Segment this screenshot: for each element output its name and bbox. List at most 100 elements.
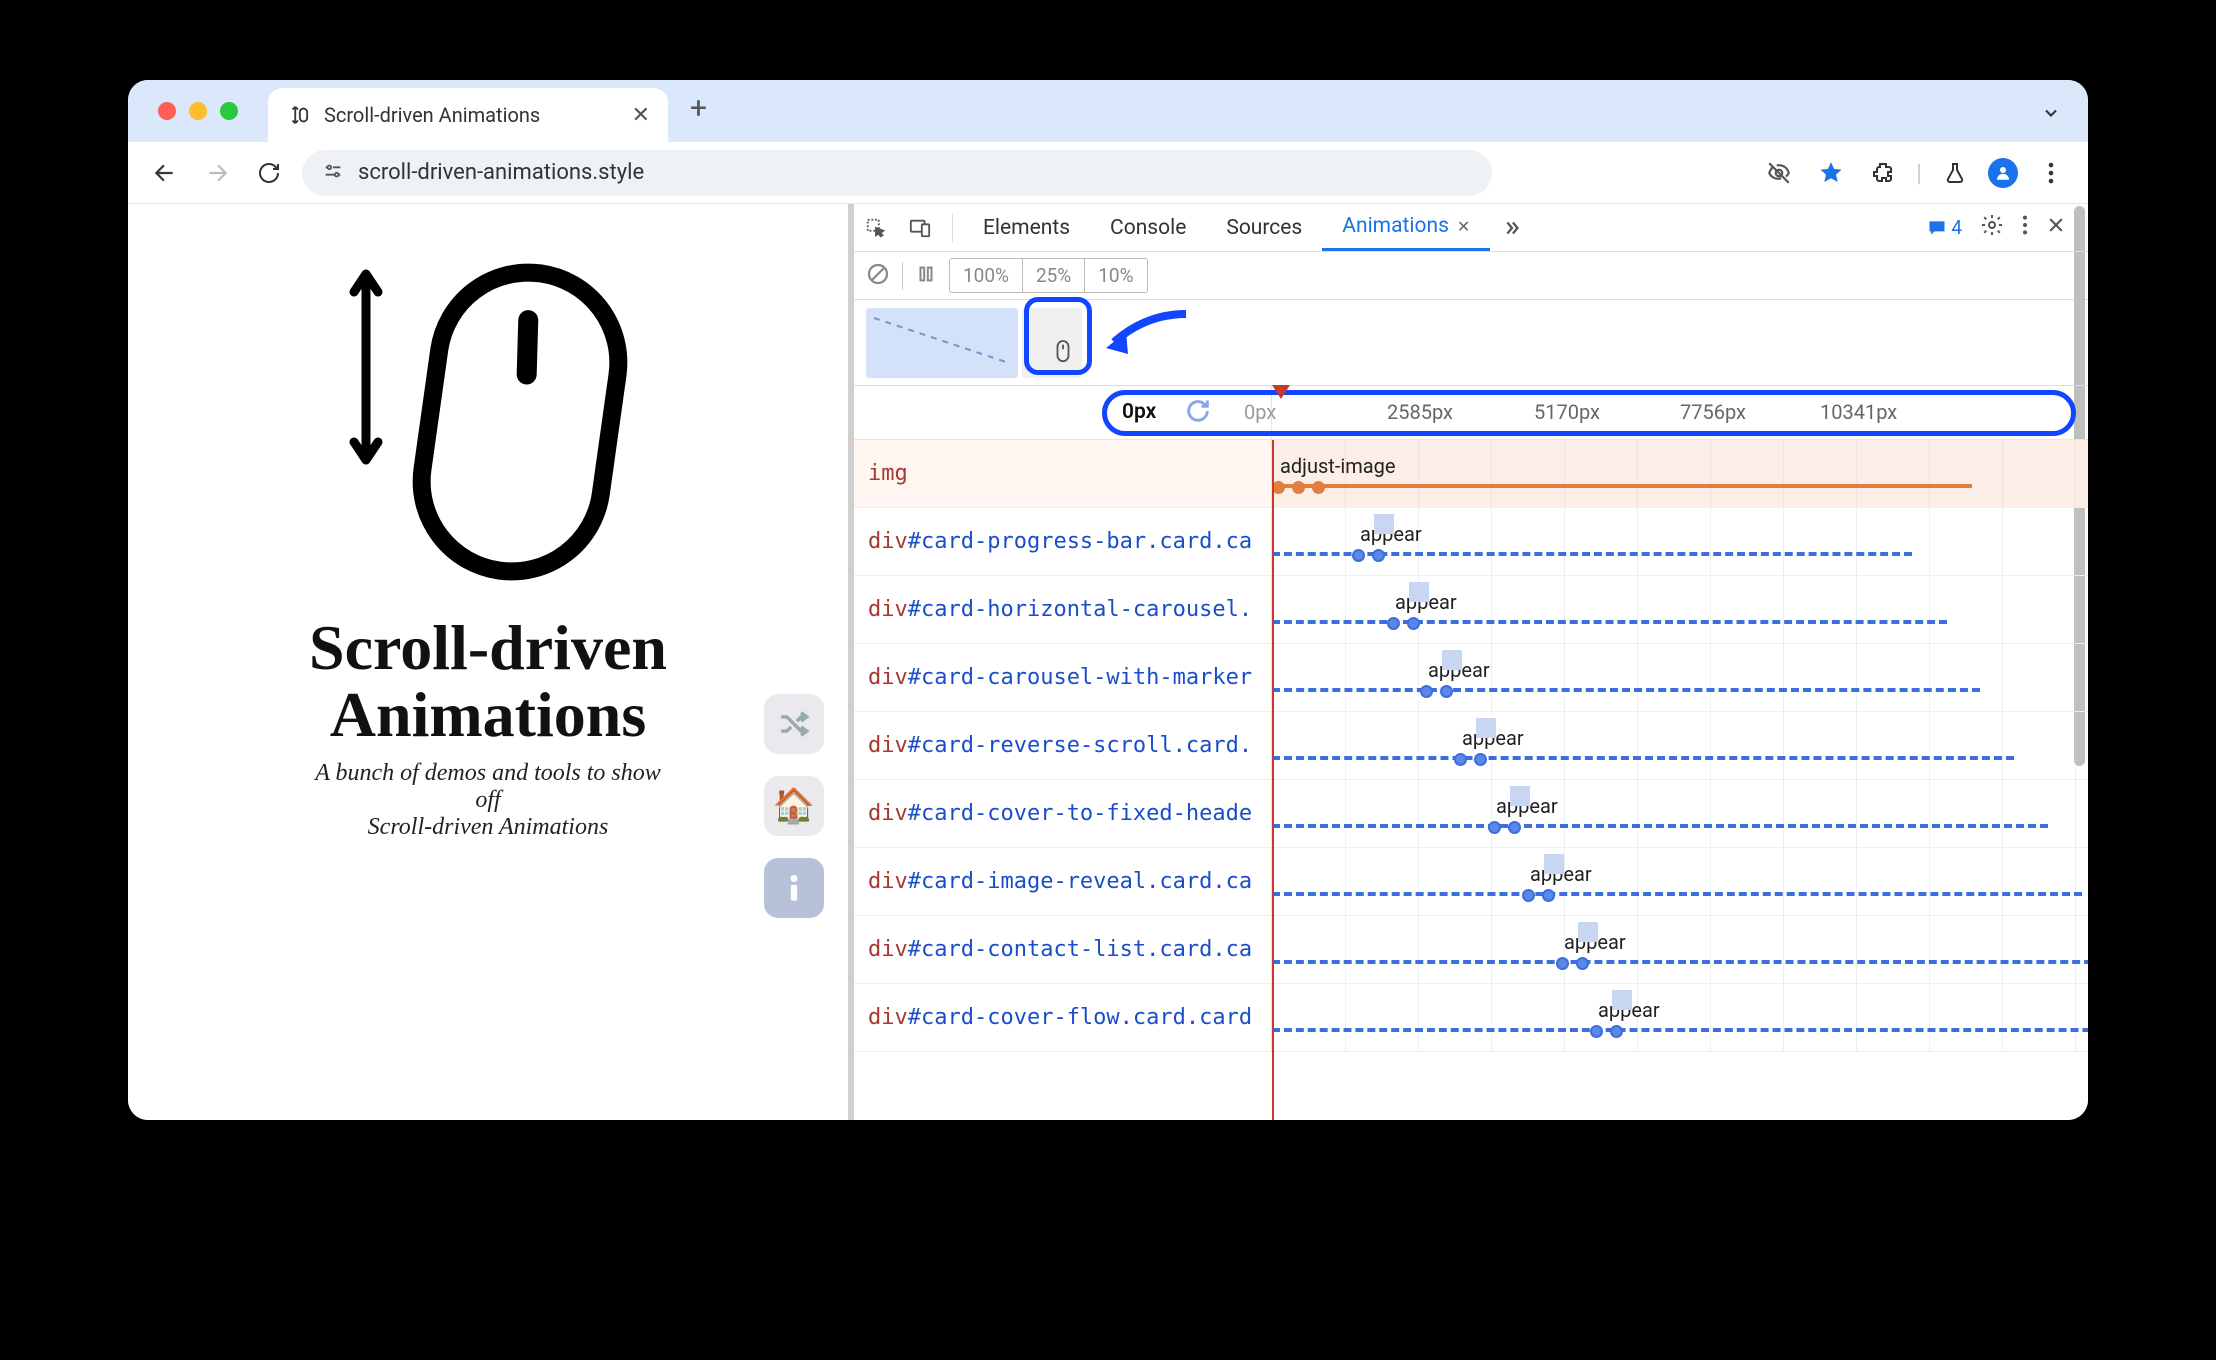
page-content: Scroll-drivenAnimations A bunch of demos… bbox=[128, 204, 848, 1120]
animation-segment[interactable]: appear bbox=[1420, 660, 1480, 696]
animation-row[interactable]: div#card-reverse-scroll.card. appear bbox=[854, 712, 2088, 780]
settings-icon[interactable] bbox=[1980, 213, 2004, 243]
extensions-icon[interactable] bbox=[1864, 154, 1902, 192]
page-logo bbox=[346, 262, 630, 582]
animation-track[interactable]: appear bbox=[1272, 508, 2088, 575]
animation-group-thumb[interactable] bbox=[866, 308, 1018, 378]
nav-forward-button[interactable] bbox=[198, 154, 236, 192]
page-subtitle: A bunch of demos and tools to show offSc… bbox=[308, 760, 668, 841]
animations-toolbar: 100% 25% 10% bbox=[854, 252, 2088, 300]
animation-row[interactable]: div#card-image-reveal.card.ca appear bbox=[854, 848, 2088, 916]
element-selector: div#card-cover-flow.card.card bbox=[854, 984, 1272, 1051]
tabs-overflow-icon[interactable] bbox=[2036, 98, 2066, 128]
devtools-panel: Elements Console Sources Animations✕ 4 1… bbox=[848, 204, 2088, 1120]
speed-100[interactable]: 100% bbox=[950, 259, 1023, 292]
tab-strip: Scroll-driven Animations ✕ + bbox=[128, 80, 2088, 142]
speed-25[interactable]: 25% bbox=[1023, 259, 1085, 292]
animation-segment[interactable]: adjust-image bbox=[1272, 456, 1972, 492]
tab-close-icon[interactable]: ✕ bbox=[632, 103, 650, 128]
animation-segment[interactable]: appear bbox=[1454, 728, 1514, 764]
animation-track[interactable]: appear bbox=[1272, 644, 2088, 711]
element-selector: div#card-contact-list.card.ca bbox=[854, 916, 1272, 983]
animation-track[interactable]: appear bbox=[1272, 780, 2088, 847]
browser-toolbar: scroll-driven-animations.style | bbox=[128, 142, 2088, 204]
address-bar[interactable]: scroll-driven-animations.style bbox=[302, 150, 1492, 196]
url-text: scroll-driven-animations.style bbox=[358, 160, 644, 185]
hide-extension-icon[interactable] bbox=[1760, 154, 1798, 192]
animation-name: adjust-image bbox=[1280, 454, 1395, 478]
playhead-line bbox=[1272, 440, 1274, 1120]
annotation-highlight bbox=[1102, 390, 2076, 436]
clear-icon[interactable] bbox=[866, 262, 890, 290]
animation-segment[interactable]: appear bbox=[1352, 524, 1412, 560]
profile-avatar[interactable] bbox=[1988, 158, 2018, 188]
device-toggle-icon[interactable] bbox=[898, 217, 942, 239]
animation-segment[interactable]: appear bbox=[1522, 864, 1582, 900]
inspect-icon[interactable] bbox=[854, 217, 898, 239]
animation-row[interactable]: img adjust-image bbox=[854, 440, 2088, 508]
mouse-icon bbox=[410, 262, 630, 582]
animation-segment[interactable]: appear bbox=[1488, 796, 1548, 832]
bookmark-icon[interactable] bbox=[1812, 154, 1850, 192]
close-window-icon[interactable] bbox=[158, 102, 176, 120]
close-icon[interactable]: ✕ bbox=[1457, 217, 1470, 236]
animation-row[interactable]: div#card-progress-bar.card.caappear bbox=[854, 508, 2088, 576]
animation-segment[interactable]: appear bbox=[1556, 932, 1616, 968]
speed-10[interactable]: 10% bbox=[1085, 259, 1146, 292]
tab-title: Scroll-driven Animations bbox=[324, 103, 540, 127]
new-tab-button[interactable]: + bbox=[668, 91, 729, 142]
animation-row[interactable]: div#card-horizontal-carousel. appear bbox=[854, 576, 2088, 644]
element-selector: img bbox=[854, 440, 1272, 507]
animation-row[interactable]: div#card-carousel-with-markerappear bbox=[854, 644, 2088, 712]
experiments-icon[interactable] bbox=[1936, 154, 1974, 192]
animation-track[interactable]: appear bbox=[1272, 984, 2088, 1051]
tab-sources[interactable]: Sources bbox=[1206, 204, 1322, 251]
content-split: Scroll-drivenAnimations A bunch of demos… bbox=[128, 204, 2088, 1120]
element-selector: div#card-image-reveal.card.ca bbox=[854, 848, 1272, 915]
browser-menu-icon[interactable] bbox=[2032, 154, 2070, 192]
animation-segment[interactable]: appear bbox=[1387, 592, 1447, 628]
replay-icon[interactable] bbox=[1184, 397, 1212, 429]
updown-arrow-icon bbox=[346, 262, 386, 472]
element-selector: div#card-horizontal-carousel. bbox=[854, 576, 1272, 643]
animation-row[interactable]: div#card-contact-list.card.ca appear bbox=[854, 916, 2088, 984]
separator bbox=[952, 213, 953, 243]
window-controls bbox=[128, 102, 238, 142]
devtools-menu-icon[interactable] bbox=[2022, 214, 2028, 242]
page-hero: Scroll-drivenAnimations A bunch of demos… bbox=[308, 614, 668, 841]
element-selector: div#card-cover-to-fixed-heade bbox=[854, 780, 1272, 847]
annotation-highlight bbox=[1024, 297, 1092, 375]
browser-window: Scroll-driven Animations ✕ + scroll-driv… bbox=[128, 80, 2088, 1120]
ruler-origin: 0px bbox=[1122, 400, 1156, 424]
tab-console[interactable]: Console bbox=[1090, 204, 1206, 251]
nav-reload-button[interactable] bbox=[250, 154, 288, 192]
animation-track[interactable]: appear bbox=[1272, 712, 2088, 779]
shuffle-button[interactable] bbox=[764, 694, 824, 754]
more-tabs-icon[interactable] bbox=[1490, 217, 1534, 239]
devtools-close-icon[interactable] bbox=[2046, 215, 2066, 241]
animation-row[interactable]: div#card-cover-to-fixed-heade appear bbox=[854, 780, 2088, 848]
maximize-window-icon[interactable] bbox=[220, 102, 238, 120]
messages-badge[interactable]: 4 bbox=[1927, 216, 1962, 239]
animation-track[interactable]: appear bbox=[1272, 916, 2088, 983]
element-selector: div#card-reverse-scroll.card. bbox=[854, 712, 1272, 779]
animation-track[interactable]: adjust-image bbox=[1272, 440, 2088, 507]
browser-tab[interactable]: Scroll-driven Animations ✕ bbox=[268, 88, 668, 142]
favicon-icon bbox=[286, 103, 310, 127]
minimize-window-icon[interactable] bbox=[189, 102, 207, 120]
site-settings-icon[interactable] bbox=[322, 160, 344, 186]
tab-elements[interactable]: Elements bbox=[963, 204, 1090, 251]
info-button[interactable] bbox=[764, 858, 824, 918]
animation-track[interactable]: appear bbox=[1272, 848, 2088, 915]
animation-rows: img adjust-image div#card-progress-bar.car… bbox=[854, 440, 2088, 1120]
nav-back-button[interactable] bbox=[146, 154, 184, 192]
animation-track[interactable]: appear bbox=[1272, 576, 2088, 643]
tab-animations[interactable]: Animations✕ bbox=[1322, 204, 1490, 251]
timeline-ruler[interactable]: 0px 0px 2585px5170px7756px10341px bbox=[854, 386, 2088, 440]
home-button[interactable]: 🏠 bbox=[764, 776, 824, 836]
pause-icon[interactable] bbox=[915, 263, 937, 289]
animation-segment[interactable]: appear bbox=[1590, 1000, 1650, 1036]
animation-row[interactable]: div#card-cover-flow.card.card appear bbox=[854, 984, 2088, 1052]
animation-groups bbox=[854, 300, 2088, 386]
playhead-icon[interactable] bbox=[1272, 384, 1290, 403]
